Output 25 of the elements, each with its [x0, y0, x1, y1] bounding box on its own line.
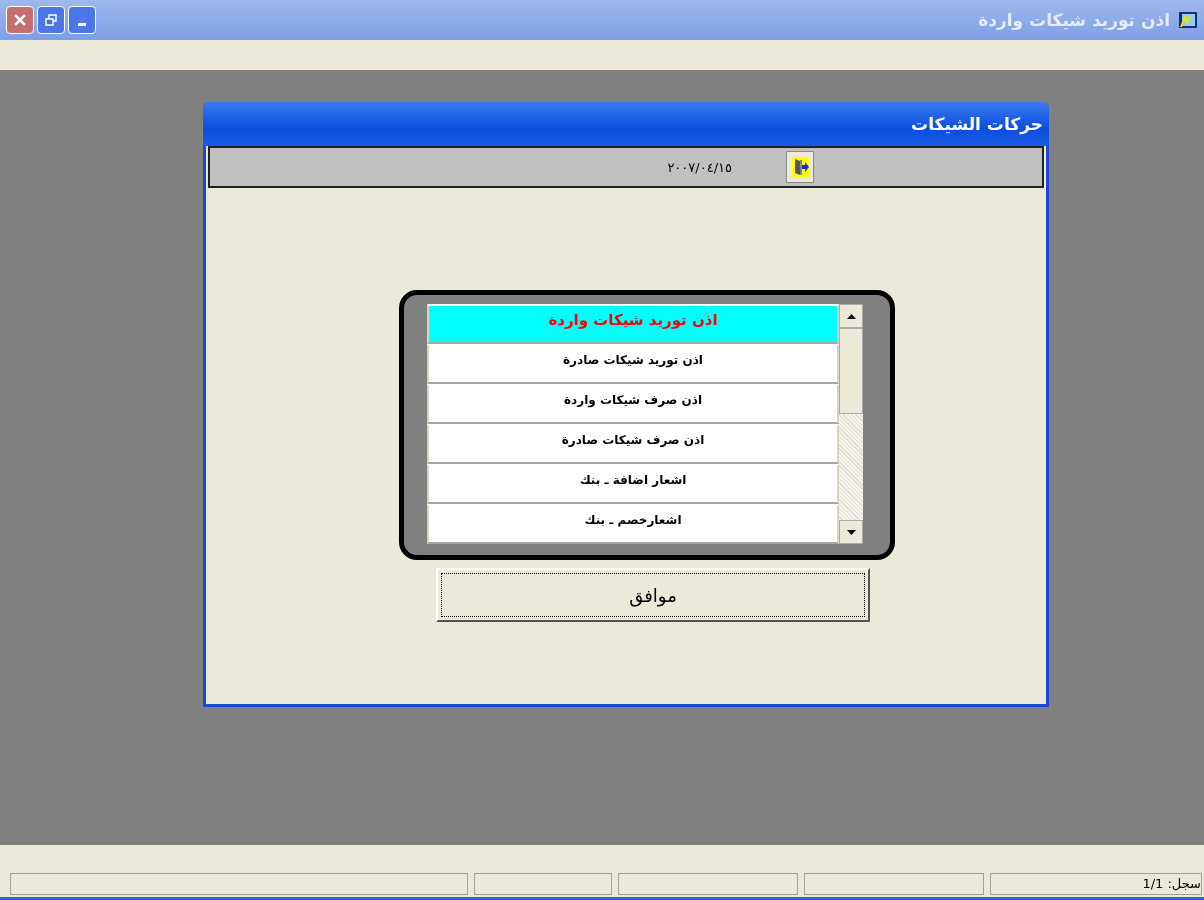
door-exit-icon [790, 156, 810, 178]
restore-button[interactable] [37, 6, 65, 34]
restore-icon [44, 13, 58, 27]
window-title: اذن توريد شيكات واردة [978, 10, 1170, 30]
up-arrow-icon [846, 313, 856, 319]
scroll-down-button[interactable] [839, 520, 863, 544]
app-icon [1178, 11, 1198, 29]
close-icon [13, 13, 27, 27]
minimize-button[interactable] [68, 6, 96, 34]
exit-button[interactable] [786, 151, 814, 183]
date-label: ٢٠٠٧/٠٤/١٥ [667, 159, 732, 175]
scroll-up-button[interactable] [839, 304, 863, 328]
scrollbar[interactable] [839, 304, 863, 544]
list-item[interactable]: اذن توريد شيكات صادرة [427, 344, 839, 384]
list-item[interactable]: اشعار اضافة ـ بنك [427, 464, 839, 504]
scroll-thumb[interactable] [839, 328, 863, 414]
close-button[interactable] [6, 6, 34, 34]
list-item[interactable]: اشعارخصم ـ بنك [427, 504, 839, 544]
list-item[interactable]: اذن صرف شيكات واردة [427, 384, 839, 424]
record-counter: سجل: 1/1 [990, 873, 1202, 895]
list-item[interactable]: اذن صرف شيكات صادرة [427, 424, 839, 464]
minimize-icon [78, 22, 86, 26]
down-arrow-icon [846, 529, 856, 535]
form-title: حركات الشيكات [911, 114, 1043, 134]
ok-button[interactable]: موافق [436, 568, 870, 622]
